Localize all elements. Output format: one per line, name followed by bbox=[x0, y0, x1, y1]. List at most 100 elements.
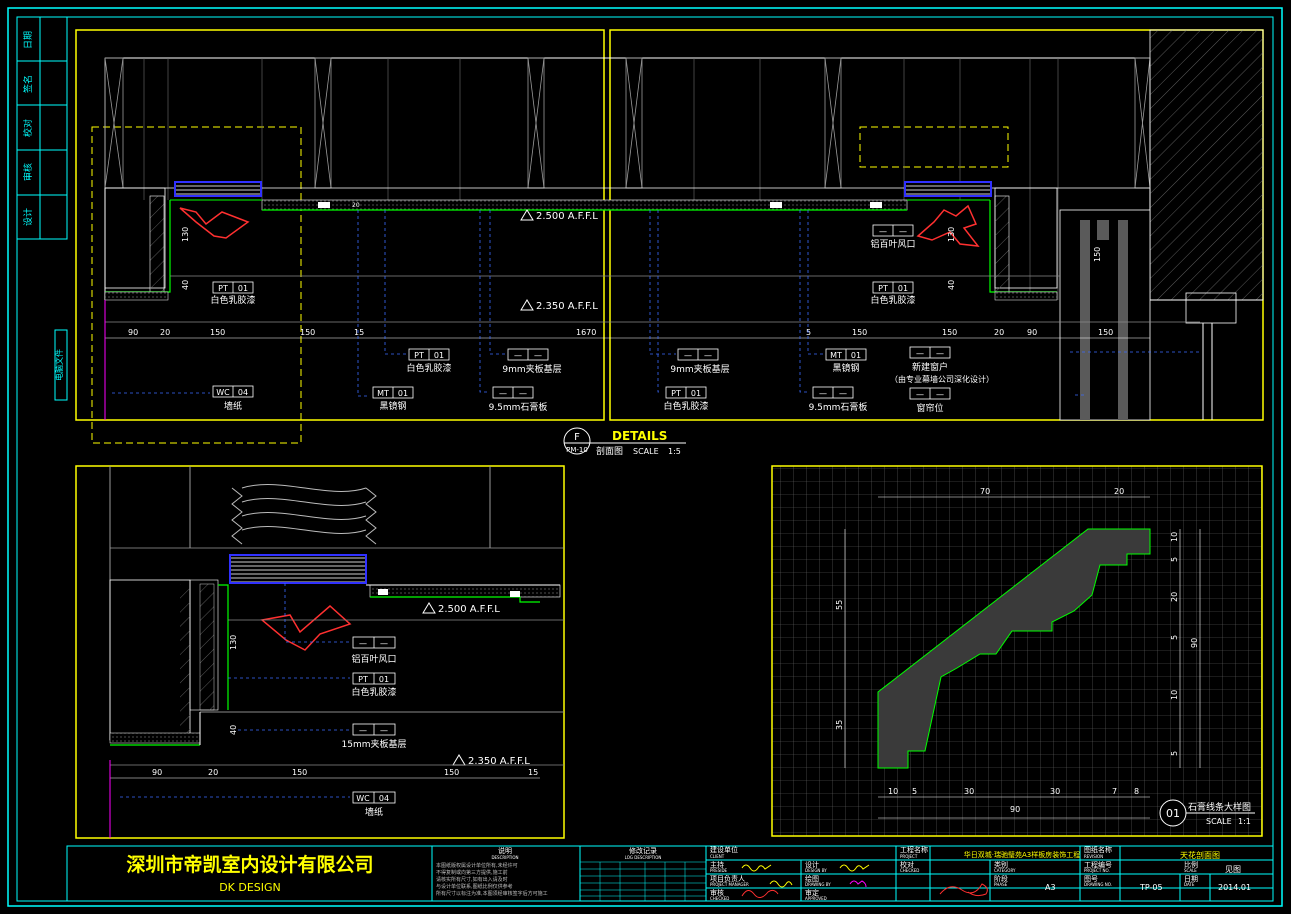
rev-title: 修改记录 bbox=[629, 846, 657, 855]
drawing-name-value: 天花剖面图 bbox=[1180, 850, 1220, 860]
tag-window-num: — bbox=[936, 349, 944, 358]
desc-title: 说明 bbox=[498, 846, 512, 855]
title-block: 深圳市帝凯室内设计有限公司 DK DESIGN 说明 DESCRIPTION 本… bbox=[66, 845, 1274, 902]
signature-drawing bbox=[849, 880, 867, 888]
profile-title: 石膏线条大样图 bbox=[1188, 801, 1251, 813]
tag-pt-left-text: 白色乳胶漆 bbox=[210, 294, 255, 306]
project-label: 工程名称 bbox=[900, 845, 928, 854]
dim-v150-curtain: 150 bbox=[1093, 247, 1102, 262]
tag-gyp-right-num: — bbox=[839, 389, 847, 398]
bottom-left-detail: 2.500 A.F.F.L 2.350 A.F.F.L 90 20 150 15… bbox=[75, 465, 565, 839]
tag-gyp-left-num: — bbox=[519, 389, 527, 398]
project-value: 华日双城·瑞驰璧苑A3样板房装饰工程 bbox=[964, 850, 1080, 859]
tag-pt-right-text: 白色乳胶漆 bbox=[870, 294, 915, 306]
level-lower: 2.350 A.F.F.L bbox=[536, 301, 598, 312]
cad-drawing-sheet: 日期 签名 校对 审核 设计 电脑文件 2.500 A.F.F.L 2.350 … bbox=[7, 7, 1283, 907]
tag-pt-left-num: 01 bbox=[238, 284, 248, 293]
bl-tag-pt-code: PT bbox=[358, 675, 368, 684]
bl-dim-s20b: 20 bbox=[511, 592, 519, 599]
cornice-profile-detail: 70 20 10 5 30 30 7 8 90 55 35 10 5 20 5 … bbox=[771, 465, 1263, 837]
tag-curtain-num: — bbox=[936, 390, 944, 399]
dim-150-b: 150 bbox=[300, 328, 315, 337]
detail-title-block: F PM-10 DETAILS 剖面图 SCALE 1:5 bbox=[563, 427, 686, 457]
tag-window-code: — bbox=[916, 349, 924, 358]
tag-ply-right-text: 9mm夹板基层 bbox=[670, 363, 729, 375]
client-en: CLIENT bbox=[710, 854, 725, 859]
drawing-no-value: TP-05 bbox=[1139, 883, 1163, 892]
bl-tag-pt-text: 白色乳胶漆 bbox=[351, 686, 396, 698]
drawing-no-en: DRAWING NO. bbox=[1084, 882, 1112, 887]
signature-design bbox=[839, 864, 870, 872]
profile-right-dim-5c: 5 bbox=[1170, 751, 1179, 756]
company-name-cn: 深圳市帝凯室内设计有限公司 bbox=[126, 853, 373, 876]
dim-20-right: 20 bbox=[994, 328, 1004, 337]
project-no-en: PROJECT NO. bbox=[1084, 868, 1110, 873]
bl-dim-v40: 40 bbox=[229, 725, 238, 735]
checked-en: CHECKED bbox=[710, 896, 729, 901]
dim-small-20b: 20 bbox=[352, 202, 360, 209]
desc-line-2: 不得复制或向第三方提供,施工前 bbox=[436, 869, 508, 876]
tag-pt-left-code: PT bbox=[218, 284, 228, 293]
bl-tag-wc-code: WC bbox=[356, 794, 370, 803]
dim-1670: 1670 bbox=[576, 328, 596, 337]
company-name-en: DK DESIGN bbox=[219, 881, 281, 894]
profile-bottom-dim-8: 8 bbox=[1134, 787, 1139, 796]
bl-dim-90: 90 bbox=[152, 768, 162, 777]
profile-bottom-dim-30a: 30 bbox=[964, 787, 974, 796]
profile-right-dim-5b: 5 bbox=[1170, 635, 1179, 640]
strip-label-date: 日期 bbox=[23, 31, 34, 49]
tag-wc-num: 04 bbox=[238, 388, 248, 397]
detail-letter: F bbox=[574, 432, 580, 443]
tag-window-text: 新建窗户 bbox=[912, 361, 948, 373]
bl-dim-20: 20 bbox=[208, 768, 218, 777]
phase-value: A3 bbox=[1045, 883, 1056, 892]
profile-right-dim-10b: 10 bbox=[1170, 690, 1179, 700]
tag-pt-mid2-code: PT bbox=[671, 389, 681, 398]
detail-title: DETAILS bbox=[612, 429, 667, 443]
profile-right-dim-10a: 10 bbox=[1170, 532, 1179, 542]
signature-approved bbox=[939, 883, 988, 897]
tag-gyp-right-text: 9.5mm石膏板 bbox=[809, 401, 868, 413]
bl-dim-s20a: 20 bbox=[380, 590, 388, 597]
strip-file-tag: 电脑文件 bbox=[54, 349, 64, 381]
dim-150-d: 150 bbox=[942, 328, 957, 337]
dim-small-20a: 20 bbox=[322, 202, 330, 209]
profile-left-dim-55: 55 bbox=[835, 600, 844, 610]
dim-15: 15 bbox=[354, 328, 364, 337]
scale-en: SCALE bbox=[1184, 868, 1197, 873]
level-upper: 2.500 A.F.F.L bbox=[536, 211, 598, 222]
dim-90-right: 90 bbox=[1027, 328, 1037, 337]
dim-90-left: 90 bbox=[128, 328, 138, 337]
tag-ply-right-num: — bbox=[704, 351, 712, 360]
profile-bottom-dim-5: 5 bbox=[912, 787, 917, 796]
phase-en: PHASE bbox=[994, 882, 1008, 887]
tag-gyp-left-code: — bbox=[499, 389, 507, 398]
drawing-name-label: 图纸名称 bbox=[1084, 845, 1112, 854]
principal-en: PRESIDE bbox=[710, 868, 728, 873]
tag-ply-right-code: — bbox=[684, 351, 692, 360]
approved-en: APPROVED bbox=[805, 896, 827, 901]
rev-title-en: LOG DESCRIPTION bbox=[625, 855, 662, 860]
tag-pt-right-num: 01 bbox=[898, 284, 908, 293]
bl-tag-ply-num: — bbox=[380, 726, 388, 735]
profile-bottom-dim-30b: 30 bbox=[1050, 787, 1060, 796]
profile-right-dim-20: 20 bbox=[1170, 592, 1179, 602]
project-en: PROJECT bbox=[900, 854, 918, 859]
dim-v130-left: 130 bbox=[181, 227, 190, 242]
tag-mt-right-text: 黑镜钢 bbox=[832, 362, 859, 374]
drawing-en: DRAWING BY bbox=[805, 882, 831, 887]
tag-wc-code: WC bbox=[216, 388, 230, 397]
design-en: DESIGN BY bbox=[805, 868, 827, 873]
profile-bottom-total: 90 bbox=[1010, 805, 1020, 814]
tag-mt-right-num: 01 bbox=[851, 351, 861, 360]
bl-tag-wc-num: 04 bbox=[379, 794, 389, 803]
tag-pt-mid-text: 白色乳胶漆 bbox=[406, 362, 451, 374]
strip-label-design: 设计 bbox=[22, 208, 34, 226]
dim-150-c: 150 bbox=[852, 328, 867, 337]
profile-bottom-dim-7: 7 bbox=[1112, 787, 1117, 796]
tag-mt-left-num: 01 bbox=[398, 389, 408, 398]
bl-dim-150-b: 150 bbox=[444, 768, 459, 777]
desc-line-4: 与设计单位联系,图纸比例仅供参考 bbox=[436, 883, 513, 890]
dim-150-e: 150 bbox=[1098, 328, 1113, 337]
profile-number: 01 bbox=[1166, 807, 1180, 820]
